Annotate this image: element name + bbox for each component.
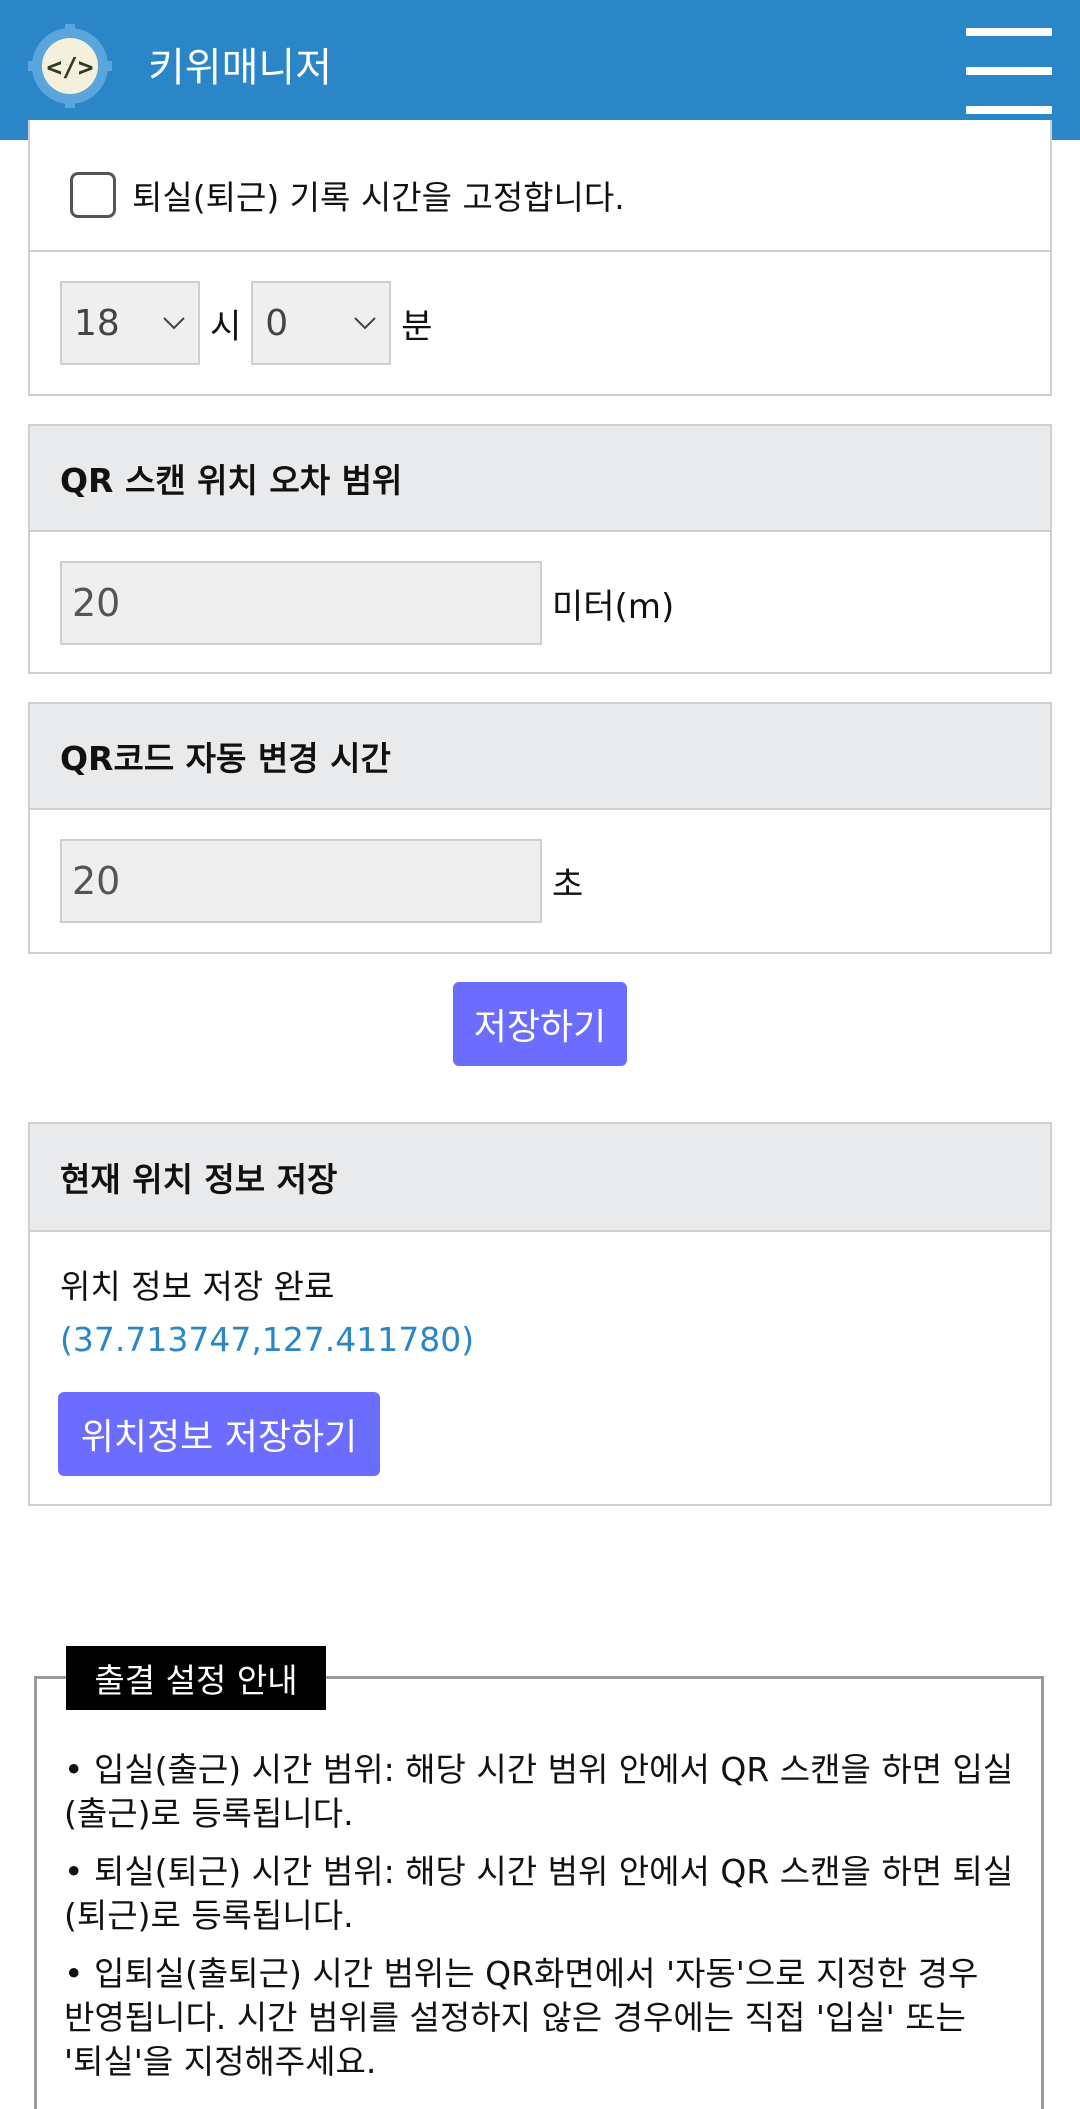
qr-change-panel: QR코드 자동 변경 시간 20 초 (28, 702, 1052, 954)
qr-change-unit: 초 (552, 864, 584, 905)
fix-checkout-label: 퇴실(퇴근) 기록 시간을 고정합니다. (132, 178, 625, 217)
qr-change-input[interactable]: 20 (60, 839, 542, 923)
minute-unit: 분 (401, 306, 433, 347)
info-item: • 입실(출근) 시간 범위: 해당 시간 범위 안에서 QR 스캔을 하면 입… (64, 1750, 1014, 1833)
chevron-down-icon (354, 317, 376, 330)
qr-range-panel: QR 스캔 위치 오차 범위 20 미터(m) (28, 424, 1052, 674)
app-header: </> 키위매니저 (0, 0, 1080, 140)
checkout-time-row: 18 시 0 분 (30, 252, 1050, 394)
qr-range-title: QR 스캔 위치 오차 범위 (30, 426, 1050, 532)
info-item: • 입퇴실(출퇴근) 시간 범위는 QR화면에서 '자동'으로 지정한 경우 반… (64, 1954, 979, 2081)
info-list: • 입실(출근) 시간 범위: 해당 시간 범위 안에서 QR 스캔을 하면 입… (64, 1748, 1014, 2098)
hour-value: 18 (74, 302, 120, 344)
qr-range-input[interactable]: 20 (60, 561, 542, 645)
qr-range-unit: 미터(m) (552, 586, 675, 627)
hour-unit: 시 (210, 306, 242, 347)
hamburger-menu-icon[interactable] (966, 28, 1052, 114)
qr-change-title: QR코드 자동 변경 시간 (30, 704, 1050, 810)
qr-range-row: 20 미터(m) (30, 532, 1050, 674)
minute-select[interactable]: 0 (251, 281, 392, 365)
location-coords: (37.713747,127.411780) (60, 1320, 475, 1359)
checkout-fix-panel: 퇴실(퇴근) 기록 시간을 고정합니다. 18 시 0 분 (28, 120, 1052, 396)
location-status: 위치 정보 저장 완료 (60, 1267, 335, 1306)
qr-change-row: 20 초 (30, 810, 1050, 952)
save-button[interactable]: 저장하기 (453, 982, 627, 1066)
save-location-button[interactable]: 위치정보 저장하기 (58, 1392, 380, 1476)
code-gear-icon[interactable]: </> (28, 24, 112, 108)
chevron-down-icon (163, 317, 185, 330)
fix-checkout-checkbox[interactable] (70, 172, 116, 218)
hour-select[interactable]: 18 (60, 281, 200, 365)
info-item: • 퇴실(퇴근) 시간 범위: 해당 시간 범위 안에서 QR 스캔을 하면 퇴… (64, 1852, 1014, 1935)
location-panel: 현재 위치 정보 저장 위치 정보 저장 완료 (37.713747,127.4… (28, 1122, 1052, 1506)
checkout-fix-row: 퇴실(퇴근) 기록 시간을 고정합니다. (30, 120, 1050, 252)
location-title: 현재 위치 정보 저장 (30, 1124, 1050, 1232)
app-title: 키위매니저 (148, 45, 332, 91)
info-title: 출결 설정 안내 (66, 1646, 326, 1710)
svg-text:</>: </> (47, 53, 94, 83)
minute-value: 0 (265, 302, 289, 344)
